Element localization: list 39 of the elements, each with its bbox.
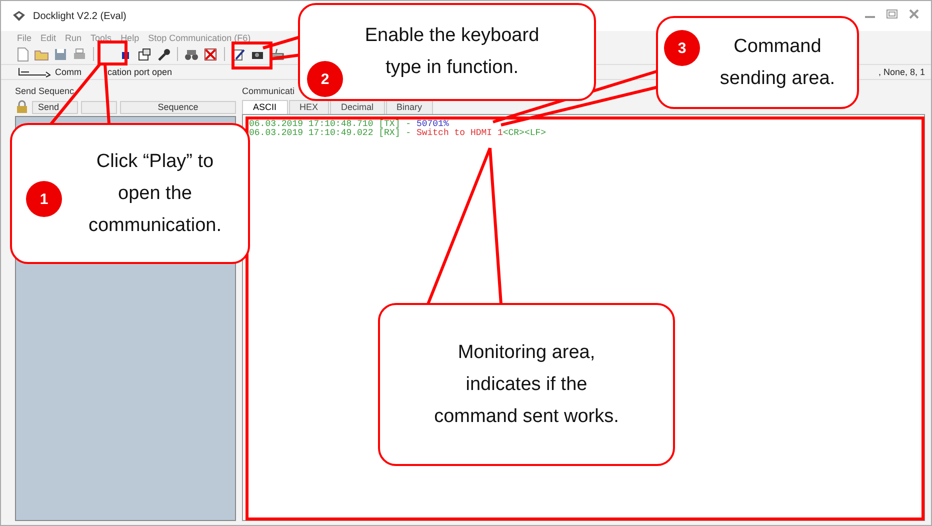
step-number-badge: 2 <box>307 61 343 97</box>
port-settings: , None, 8, 1 <box>878 67 926 77</box>
menu-item[interactable]: Run <box>65 32 82 42</box>
log-timestamp: 06.03.2019 17:10:48.710 [TX] - <box>249 119 412 129</box>
log-control-chars: <CR><LF> <box>502 128 546 138</box>
window-title: Docklight V2.2 (Eval) <box>33 10 126 22</box>
log-message: Switch to HDMI 1 <box>416 128 503 138</box>
tab[interactable]: HEX <box>288 100 330 114</box>
step-number-badge: 3 <box>664 30 700 66</box>
new-file-icon[interactable] <box>15 46 30 62</box>
callout-text: Click “Play” to open the communication. <box>87 150 223 238</box>
log-message: 50701% <box>416 119 449 129</box>
lock-icon <box>15 100 29 114</box>
panel-title: Send Sequenc <box>15 86 76 98</box>
printer-icon[interactable] <box>72 46 87 62</box>
tab[interactable]: ASCII <box>242 100 288 114</box>
column-header: Send <box>32 100 78 114</box>
highlight-frame <box>232 42 272 70</box>
column-header <box>81 100 117 114</box>
menu-item[interactable]: Edit <box>40 32 56 42</box>
menu-item[interactable]: File <box>17 32 32 42</box>
tab[interactable]: Binary <box>386 100 434 114</box>
settings-icon[interactable] <box>137 46 152 62</box>
menu-item[interactable]: Help <box>120 32 140 42</box>
callout-text: Command sending area. <box>718 34 836 90</box>
connection-icon <box>18 66 51 78</box>
connection-status: cation port open <box>108 67 172 77</box>
panel-title: Communicati <box>242 86 296 98</box>
connection-status: Comm <box>55 67 82 77</box>
callout-text: Monitoring area, indicates if the command sent works. <box>433 340 620 428</box>
app-icon <box>11 9 27 23</box>
column-header: Sequence <box>120 100 236 114</box>
tab[interactable]: Decimal <box>330 100 385 114</box>
step-number-badge: 1 <box>26 181 62 217</box>
callout-text: Enable the keyboard type in function. <box>364 24 540 80</box>
save-icon[interactable] <box>53 46 68 62</box>
delete-icon[interactable] <box>203 46 218 62</box>
wrench-icon[interactable] <box>156 46 171 62</box>
log-timestamp: 06.03.2019 17:10:49.022 [RX] - <box>249 128 412 138</box>
